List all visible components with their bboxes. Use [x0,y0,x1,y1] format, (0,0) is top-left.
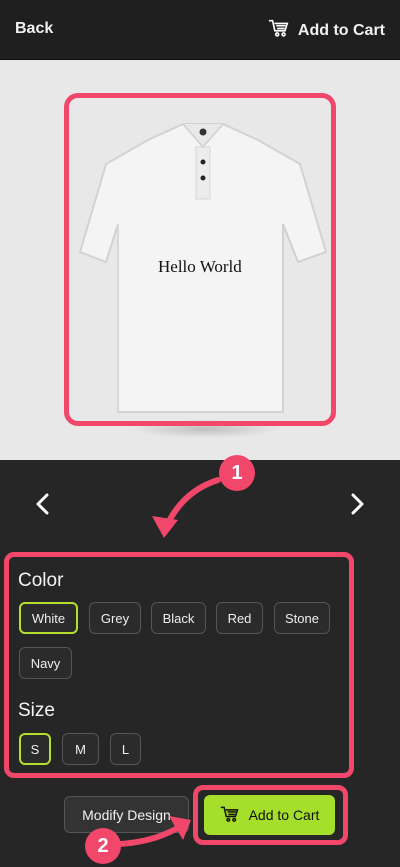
color-white-chip[interactable]: White [19,602,78,634]
callout-arrow-2 [116,816,191,847]
callout-arrow-1 [152,477,221,538]
top-bar: Back Add to Cart [0,0,400,60]
size-s-chip[interactable]: S [19,733,51,765]
next-arrow-icon[interactable] [349,492,367,516]
color-section-title: Color [18,570,64,591]
size-l-chip[interactable]: L [110,733,141,765]
top-add-to-cart-button[interactable]: Add to Cart [268,18,385,43]
prev-arrow-icon[interactable] [33,492,51,516]
color-navy-chip[interactable]: Navy [19,647,72,679]
color-stone-chip[interactable]: Stone [274,602,330,634]
cart-icon [220,805,240,826]
top-add-to-cart-label: Add to Cart [297,21,385,39]
add-to-cart-label: Add to Cart [248,807,320,823]
cart-icon [268,18,290,43]
add-to-cart-button[interactable]: Add to Cart [204,795,335,835]
back-button[interactable]: Back [15,20,53,38]
preview-highlight-frame [64,93,336,426]
color-black-chip[interactable]: Black [151,602,206,634]
size-section-title: Size [18,700,55,721]
color-red-chip[interactable]: Red [216,602,263,634]
color-grey-chip[interactable]: Grey [89,602,141,634]
size-m-chip[interactable]: M [62,733,99,765]
